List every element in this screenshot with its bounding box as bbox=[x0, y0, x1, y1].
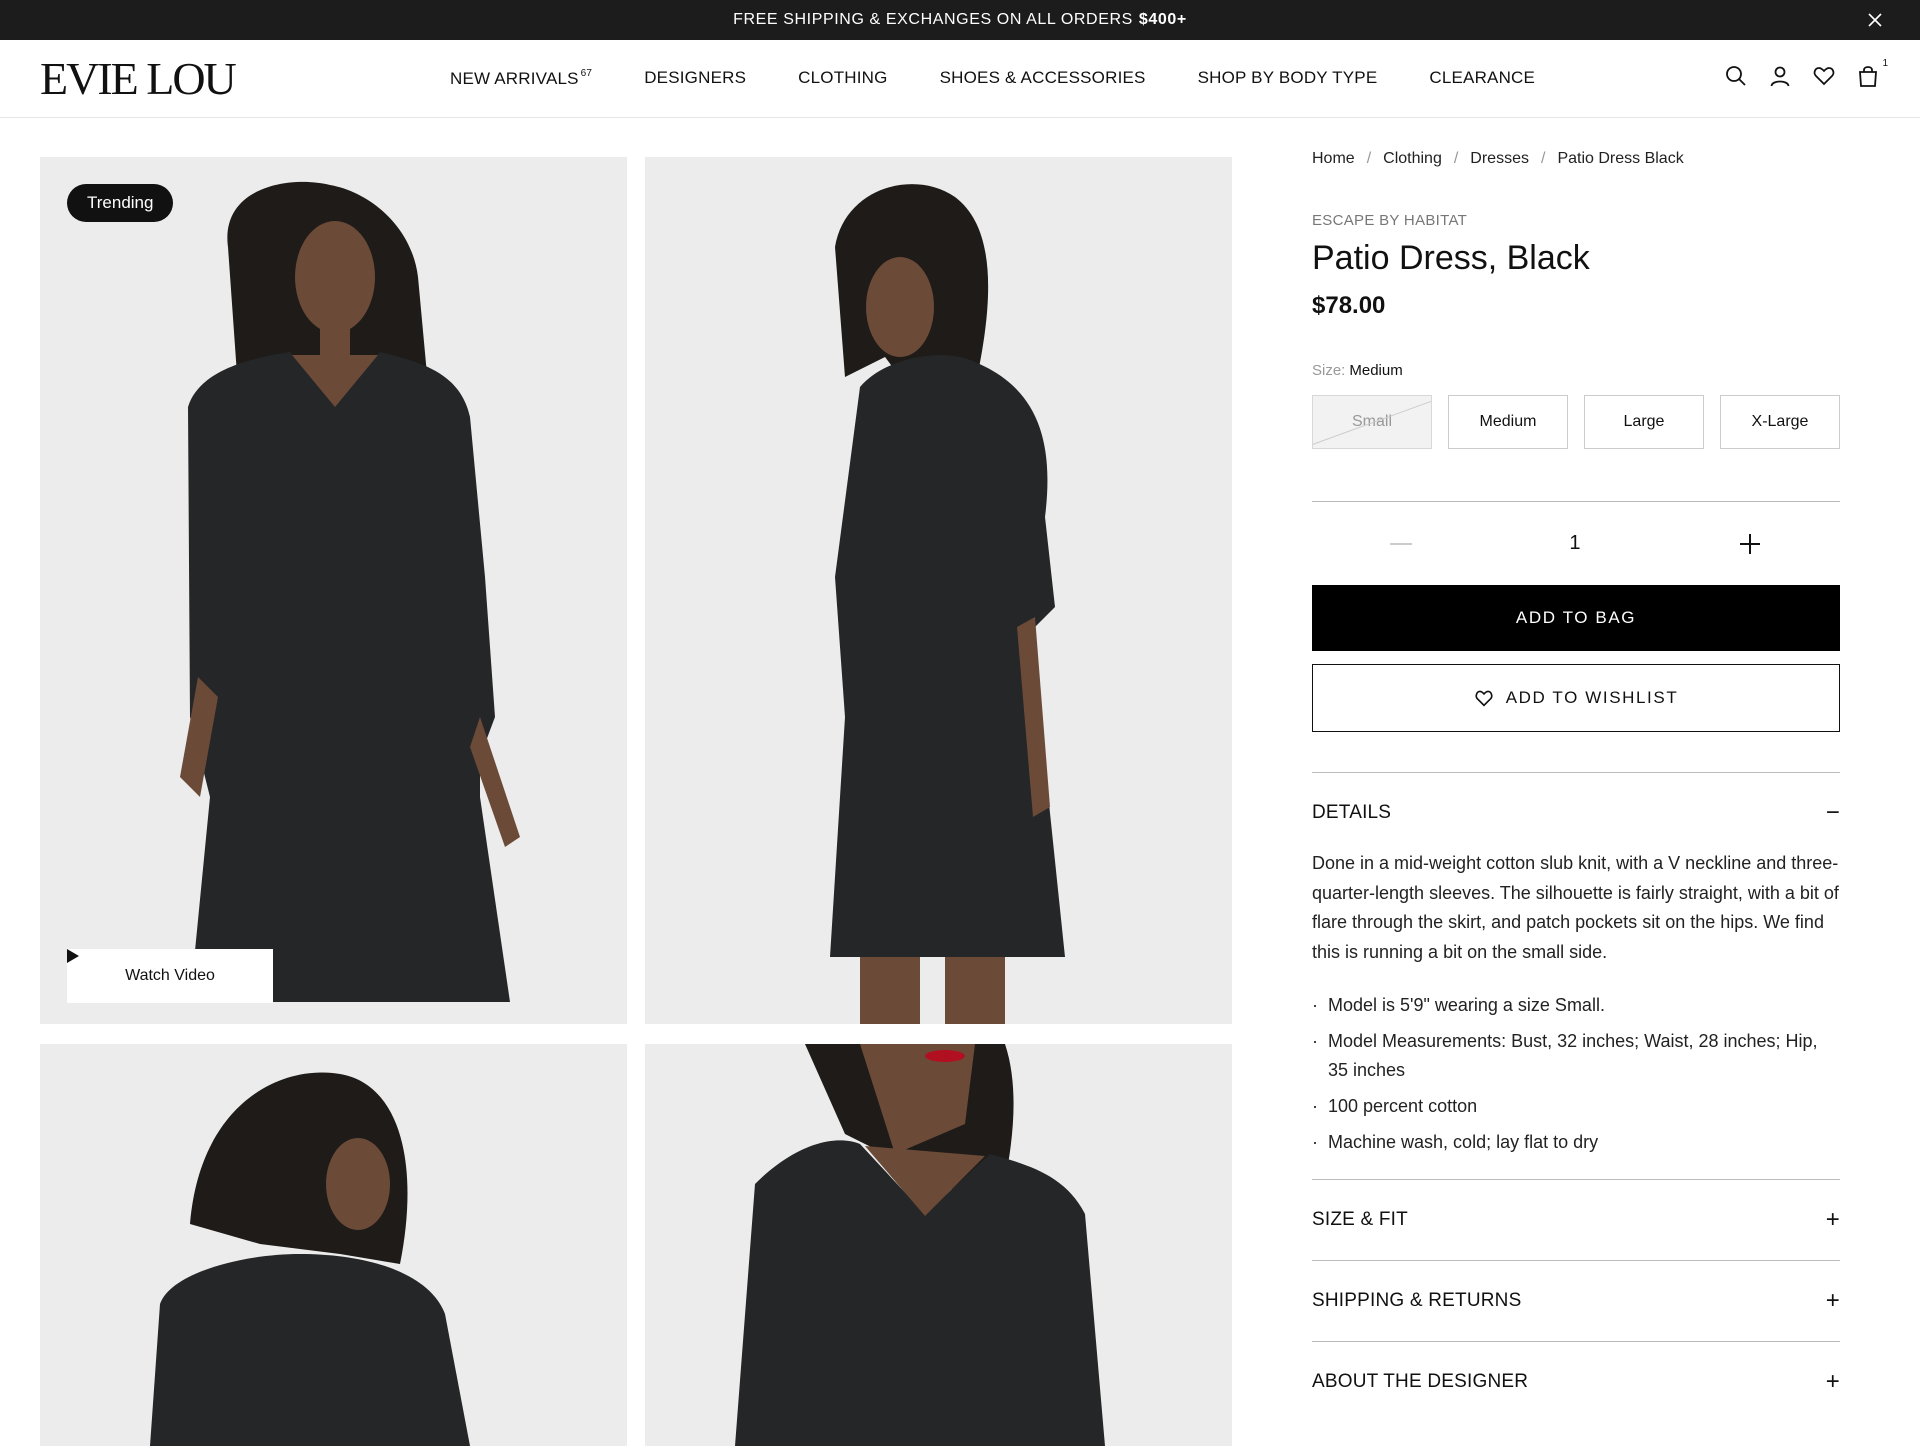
size-selector: Small Medium Large X-Large bbox=[1312, 395, 1840, 449]
nav-label: NEW ARRIVALS bbox=[450, 69, 579, 88]
breadcrumb-dresses[interactable]: Dresses bbox=[1470, 150, 1529, 168]
logo[interactable]: EVIE LOU bbox=[40, 56, 237, 102]
breadcrumb-home[interactable]: Home bbox=[1312, 150, 1355, 168]
quantity-stepper: 1 bbox=[1312, 501, 1840, 585]
model-figure-detail bbox=[645, 1044, 1232, 1446]
expand-icon: + bbox=[1825, 1206, 1840, 1233]
account-icon[interactable] bbox=[1768, 64, 1792, 88]
main-nav: NEW ARRIVALS 67 DESIGNERS CLOTHING SHOES … bbox=[450, 68, 1535, 89]
new-arrivals-count: 67 bbox=[580, 68, 593, 79]
close-icon[interactable] bbox=[1866, 11, 1884, 29]
nav-clearance[interactable]: CLEARANCE bbox=[1429, 68, 1535, 89]
bag-count: 1 bbox=[1882, 58, 1888, 69]
list-item: 100 percent cotton bbox=[1312, 1092, 1840, 1121]
wishlist-heart-icon[interactable] bbox=[1812, 64, 1836, 88]
size-option-large[interactable]: Large bbox=[1584, 395, 1704, 449]
nav-clothing[interactable]: CLOTHING bbox=[798, 68, 887, 89]
add-to-wishlist-label: ADD TO WISHLIST bbox=[1505, 688, 1679, 707]
size-fit-accordion: SIZE & FIT + bbox=[1312, 1179, 1840, 1260]
size-option-small[interactable]: Small bbox=[1312, 395, 1432, 449]
nav-shop-by-body-type[interactable]: SHOP BY BODY TYPE bbox=[1198, 68, 1378, 89]
nav-new-arrivals[interactable]: NEW ARRIVALS 67 bbox=[450, 68, 592, 89]
expand-icon: + bbox=[1825, 1368, 1840, 1395]
about-designer-accordion: ABOUT THE DESIGNER + bbox=[1312, 1341, 1840, 1422]
breadcrumb-clothing[interactable]: Clothing bbox=[1383, 150, 1442, 168]
product-image-side[interactable] bbox=[645, 157, 1232, 1024]
model-figure-side bbox=[645, 157, 1232, 1024]
nav-shoes-accessories[interactable]: SHOES & ACCESSORIES bbox=[940, 68, 1146, 89]
size-label: Size: Medium bbox=[1312, 362, 1840, 379]
details-heading: DETAILS bbox=[1312, 802, 1392, 823]
breadcrumb: Home / Clothing / Dresses / Patio Dress … bbox=[1312, 150, 1840, 168]
list-item: Model Measurements: Bust, 32 inches; Wai… bbox=[1312, 1027, 1840, 1085]
add-to-wishlist-button[interactable]: ADD TO WISHLIST bbox=[1312, 664, 1840, 732]
list-item: Machine wash, cold; lay flat to dry bbox=[1312, 1128, 1840, 1157]
bag-button[interactable]: 1 bbox=[1856, 58, 1888, 88]
add-to-bag-button[interactable]: ADD TO BAG bbox=[1312, 585, 1840, 651]
header-icons: 1 bbox=[1724, 58, 1888, 88]
trending-badge: Trending bbox=[67, 184, 174, 222]
details-accordion: DETAILS − Done in a mid-weight cotton sl… bbox=[1312, 772, 1840, 1157]
search-icon[interactable] bbox=[1724, 64, 1748, 88]
announcement-amount: $400+ bbox=[1138, 11, 1187, 28]
shipping-returns-accordion: SHIPPING & RETURNS + bbox=[1312, 1260, 1840, 1341]
minus-icon[interactable] bbox=[1390, 542, 1413, 545]
breadcrumb-separator: / bbox=[1366, 150, 1372, 167]
size-fit-accordion-header[interactable]: SIZE & FIT + bbox=[1312, 1180, 1840, 1260]
bag-icon bbox=[1859, 66, 1877, 87]
shipping-returns-accordion-header[interactable]: SHIPPING & RETURNS + bbox=[1312, 1261, 1840, 1341]
breadcrumb-separator: / bbox=[1453, 150, 1459, 167]
details-description: Done in a mid-weight cotton slub knit, w… bbox=[1312, 853, 1839, 962]
size-label-text: Size: bbox=[1312, 362, 1346, 379]
about-designer-heading: ABOUT THE DESIGNER bbox=[1312, 1371, 1529, 1392]
about-designer-accordion-header[interactable]: ABOUT THE DESIGNER + bbox=[1312, 1342, 1840, 1422]
collapse-icon: − bbox=[1825, 799, 1840, 826]
quantity-value[interactable]: 1 bbox=[1569, 532, 1580, 555]
product-image-detail[interactable] bbox=[645, 1044, 1232, 1446]
product-price: $78.00 bbox=[1312, 292, 1386, 319]
site-header: EVIE LOU NEW ARRIVALS 67 DESIGNERS CLOTHI… bbox=[0, 40, 1920, 118]
plus-icon[interactable] bbox=[1738, 532, 1762, 556]
watch-video-button[interactable]: Watch Video bbox=[67, 949, 273, 1003]
product-title: Patio Dress, Black bbox=[1312, 239, 1590, 277]
product-image-front[interactable]: Trending Watch Video bbox=[40, 157, 627, 1024]
shipping-returns-heading: SHIPPING & RETURNS bbox=[1312, 1290, 1522, 1311]
size-fit-heading: SIZE & FIT bbox=[1312, 1209, 1408, 1230]
size-option-x-large[interactable]: X-Large bbox=[1720, 395, 1840, 449]
product-image-back[interactable] bbox=[40, 1044, 627, 1446]
play-icon bbox=[67, 949, 79, 963]
model-figure-front bbox=[40, 157, 627, 1024]
product-brand[interactable]: ESCAPE BY HABITAT bbox=[1312, 212, 1840, 229]
details-accordion-header[interactable]: DETAILS − bbox=[1312, 773, 1840, 853]
announcement-text: FREE SHIPPING & EXCHANGES ON ALL ORDERS bbox=[733, 11, 1133, 28]
nav-designers[interactable]: DESIGNERS bbox=[644, 68, 746, 89]
heart-icon bbox=[1475, 690, 1493, 707]
product-info-panel: Home / Clothing / Dresses / Patio Dress … bbox=[1312, 150, 1840, 1422]
breadcrumb-separator: / bbox=[1540, 150, 1546, 167]
list-item: Model is 5'9" wearing a size Small. bbox=[1312, 991, 1840, 1020]
selected-size: Medium bbox=[1349, 362, 1403, 379]
model-figure-back bbox=[40, 1044, 627, 1446]
size-option-medium[interactable]: Medium bbox=[1448, 395, 1568, 449]
announcement-bar: FREE SHIPPING & EXCHANGES ON ALL ORDERS … bbox=[0, 0, 1920, 40]
breadcrumb-current: Patio Dress Black bbox=[1557, 150, 1684, 167]
expand-icon: + bbox=[1825, 1287, 1840, 1314]
watch-video-label: Watch Video bbox=[125, 967, 215, 984]
details-bullet-list: Model is 5'9" wearing a size Small. Mode… bbox=[1312, 991, 1840, 1157]
